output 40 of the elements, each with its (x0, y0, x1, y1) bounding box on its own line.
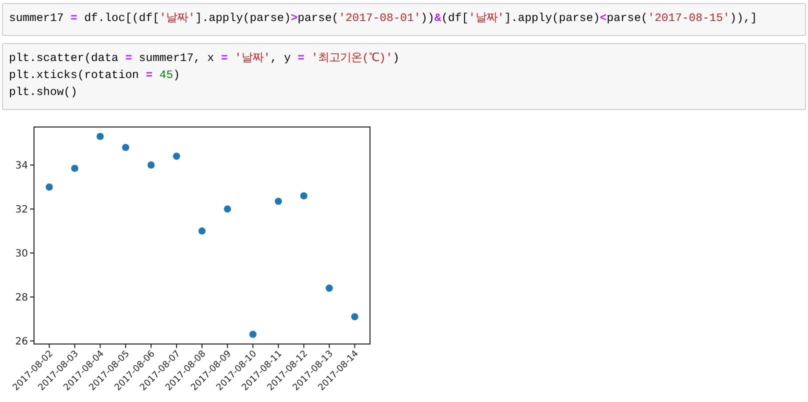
tick-mark (278, 344, 279, 348)
tick-mark (176, 344, 178, 348)
tick-mark (226, 344, 228, 348)
tick-mark (48, 344, 50, 348)
tick-mark (354, 344, 356, 348)
data-point (351, 313, 358, 320)
code-line: summer17 = df.loc[(df['날짜'].apply(parse)>parse('2017-08-01'))&(df['날짜'].apply(parse)<parse('2017-08-15')),] (9, 11, 758, 27)
data-point (249, 330, 256, 338)
tick-mark (30, 252, 34, 254)
tick-mark (30, 208, 34, 210)
y-tick-label: 26 (15, 336, 28, 348)
data-point (198, 227, 206, 235)
data-point (148, 161, 155, 169)
y-tick-label: 34 (15, 160, 28, 172)
data-point (71, 164, 78, 172)
data-point (172, 152, 180, 160)
data-point (224, 205, 232, 213)
code-line: plt.show() (9, 86, 78, 101)
tick-mark (30, 340, 34, 342)
data-point (96, 132, 104, 140)
tick-mark (30, 296, 34, 298)
code-line: plt.scatter(data = summer17, x = '날짜', y = '최고기온(℃)') (9, 51, 400, 67)
data-point (326, 284, 333, 292)
code-line: plt.xticks(rotation = 45) (9, 68, 181, 84)
y-tick-label: 28 (15, 292, 28, 304)
tick-mark (328, 344, 330, 348)
tick-mark (100, 344, 101, 348)
code-cell[interactable]: summer17 = df.loc[(df['날짜'].apply(parse)>parse('2017-08-01'))&(df['날짜'].apply(parse)<parse('2017-08-15')),] (2, 3, 806, 36)
y-tick-label: 32 (15, 204, 28, 216)
tick-mark (74, 344, 76, 348)
tick-mark (303, 344, 304, 348)
tick-mark (252, 344, 254, 348)
code-cell[interactable]: plt.scatter(data = summer17, x = '날짜', y = '최고기온(℃)') plt.xticks(rotation = 45) plt.show() (2, 43, 806, 110)
data-point (300, 192, 308, 200)
tick-mark (125, 344, 126, 348)
y-tick-label: 30 (15, 248, 28, 260)
data-point (274, 198, 282, 205)
tick-mark (150, 344, 152, 348)
tick-mark (30, 164, 34, 166)
data-point (122, 144, 130, 152)
